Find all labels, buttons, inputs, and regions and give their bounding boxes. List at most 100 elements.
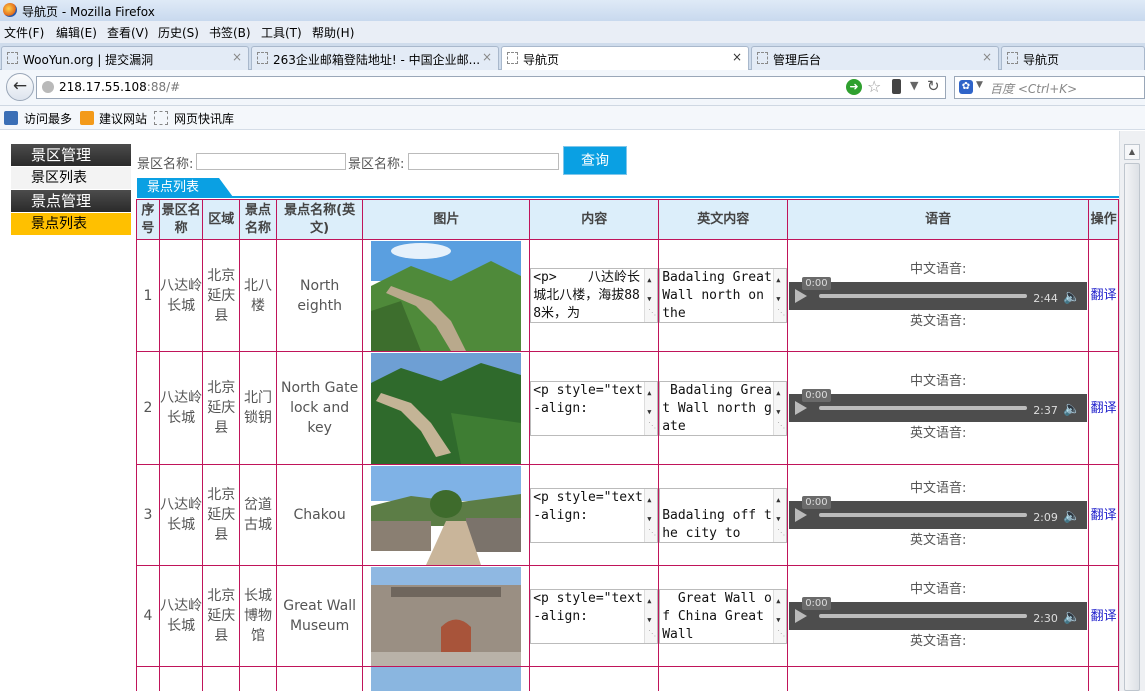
scrollbar-thumb[interactable] xyxy=(1124,163,1140,691)
audio-progress-bar[interactable] xyxy=(819,614,1028,618)
menu-tools[interactable]: 工具(T) xyxy=(261,24,302,41)
cell-empty xyxy=(529,666,660,691)
play-icon[interactable] xyxy=(795,288,808,303)
cell-empty xyxy=(158,666,204,691)
menu-help[interactable]: 帮助(H) xyxy=(312,24,354,41)
cell-audio: 中文语音: 0:00 2:44 🔈 英文语音: xyxy=(787,239,1090,352)
tab-nav-active[interactable]: 导航页 × xyxy=(501,46,749,71)
sidebar-item-scenic-list[interactable]: 景区列表 xyxy=(11,167,131,189)
page-scrollbar[interactable]: ▲ xyxy=(1119,131,1145,691)
sidebar-group-scenic-area[interactable]: 景区管理 xyxy=(11,144,131,166)
resize-grip-icon[interactable]: ⋱ xyxy=(648,625,656,643)
audio-en-label: 英文语音: xyxy=(909,634,967,649)
query-button[interactable]: 查询 xyxy=(563,146,627,175)
mobile-icon[interactable] xyxy=(892,79,901,94)
tab-spot-list-label: 景点列表 xyxy=(137,178,219,197)
address-url[interactable]: 218.17.55.108:88/# xyxy=(59,80,180,94)
tab-label: 263企业邮箱登陆地址! - 中国企业邮... xyxy=(273,53,479,67)
play-icon[interactable] xyxy=(795,508,808,522)
search-engine-dropdown-icon[interactable]: ▼ xyxy=(976,80,983,90)
filter-label-1: 景区名称: xyxy=(137,157,194,172)
address-bar[interactable]: 218.17.55.108:88/# ➜ ☆ ▼ ↻ xyxy=(36,76,946,99)
volume-icon[interactable]: 🔈 xyxy=(1063,607,1080,627)
translate-link[interactable]: 翻译 xyxy=(1091,508,1117,523)
content-textarea[interactable]: <p style="text-align: ▲ ▼ ⋱ xyxy=(530,380,659,436)
bookmark-most-visited[interactable]: 访问最多 xyxy=(24,110,72,127)
play-icon[interactable] xyxy=(795,609,808,623)
audio-cn-label: 中文语音: xyxy=(909,261,967,277)
resize-grip-icon[interactable]: ⋱ xyxy=(777,625,785,643)
content-textarea[interactable]: <p> 八达岭长城北八楼，海拔888米，为 ▲ ▼ ⋱ xyxy=(530,268,659,323)
translate-link[interactable]: 翻译 xyxy=(1091,609,1117,624)
content-en-text: Great Wall of China Great Wall xyxy=(662,590,772,642)
content-en-textarea[interactable]: Badaling Great Wall north on the ▲ ▼ ⋱ xyxy=(659,268,788,323)
back-button[interactable]: ← xyxy=(6,73,34,101)
sidebar-group-spot[interactable]: 景点管理 xyxy=(11,190,131,212)
audio-player[interactable]: 0:00 2:37 🔈 xyxy=(789,389,1088,422)
tab-wooyun[interactable]: WooYun.org | 提交漏洞 × xyxy=(1,46,249,70)
content-en-textarea[interactable]: Badaling off the city to ▲ ▼ ⋱ xyxy=(659,487,788,543)
resize-grip-icon[interactable]: ⋱ xyxy=(777,524,785,542)
bookmark-suggested-sites[interactable]: 建议网站 xyxy=(99,110,147,127)
content-textarea[interactable]: <p style="text-align: ▲ ▼ ⋱ xyxy=(530,487,659,543)
tab-nav-2[interactable]: 导航页 xyxy=(1001,46,1145,70)
dropdown-icon[interactable]: ▼ xyxy=(910,79,918,92)
cell-action: 翻译 xyxy=(1088,464,1119,566)
close-icon[interactable]: × xyxy=(982,50,992,64)
sidebar-item-spot-list[interactable]: 景点列表 xyxy=(11,213,131,235)
translate-link[interactable]: 翻译 xyxy=(1091,401,1117,416)
header-audio: 语音 xyxy=(787,199,1090,240)
audio-player[interactable]: 0:00 2:44 🔈 xyxy=(789,276,1088,310)
baidu-paw-icon[interactable]: ✿ xyxy=(959,80,973,94)
volume-icon[interactable]: 🔈 xyxy=(1063,506,1080,526)
resize-grip-icon[interactable]: ⋱ xyxy=(777,417,785,435)
page-icon xyxy=(757,52,768,64)
play-icon[interactable] xyxy=(795,401,808,415)
content-en-textarea[interactable]: Great Wall of China Great Wall ▲ ▼ ⋱ xyxy=(659,588,788,644)
cell-no: 1 xyxy=(136,239,160,352)
menu-edit[interactable]: 编辑(E) xyxy=(56,24,97,41)
scenic-name-input-2[interactable] xyxy=(408,153,559,170)
close-icon[interactable]: × xyxy=(482,50,492,64)
tab-263-mail[interactable]: 263企业邮箱登陆地址! - 中国企业邮... × xyxy=(251,46,499,70)
cell-area: 北京延庆县 xyxy=(202,464,241,566)
audio-progress-bar[interactable] xyxy=(819,406,1028,410)
resize-grip-icon[interactable]: ⋱ xyxy=(648,304,656,322)
audio-progress-bar[interactable] xyxy=(819,293,1028,298)
table-row: 1 八达岭长城 北京延庆县 北八楼 North eighth <p> 八达岭长城… xyxy=(136,239,1119,352)
scroll-up-icon[interactable]: ▲ xyxy=(1124,144,1140,160)
page-icon xyxy=(507,52,518,64)
menu-history[interactable]: 历史(S) xyxy=(158,24,199,41)
volume-icon[interactable]: 🔈 xyxy=(1063,399,1080,419)
cell-area: 北京延庆县 xyxy=(202,239,241,352)
scenic-name-input-1[interactable] xyxy=(196,153,346,170)
resize-grip-icon[interactable]: ⋱ xyxy=(648,417,656,435)
cell-content: <p style="text-align: ▲ ▼ ⋱ xyxy=(529,464,660,566)
tab-spot-list[interactable]: 景点列表 xyxy=(137,178,233,197)
search-box[interactable]: ✿ ▼ 百度 <Ctrl+K> xyxy=(954,76,1145,99)
close-icon[interactable]: × xyxy=(232,50,242,64)
content-textarea[interactable]: <p style="text-align: ▲ ▼ ⋱ xyxy=(530,588,659,644)
tab-admin[interactable]: 管理后台 × xyxy=(751,46,999,70)
volume-icon[interactable]: 🔈 xyxy=(1063,287,1080,307)
resize-grip-icon[interactable]: ⋱ xyxy=(777,304,785,322)
resize-grip-icon[interactable]: ⋱ xyxy=(648,524,656,542)
spot-photo xyxy=(371,240,522,351)
audio-player[interactable]: 0:00 2:30 🔈 xyxy=(789,597,1088,630)
close-icon[interactable]: × xyxy=(732,50,742,64)
content-en-textarea[interactable]: Badaling Great Wall north gate ▲ ▼ ⋱ xyxy=(659,380,788,436)
cell-name-en: Chakou xyxy=(275,464,364,566)
menu-bookmarks[interactable]: 书签(B) xyxy=(209,24,251,41)
menu-file[interactable]: 文件(F) xyxy=(4,24,44,41)
bookmark-web-slice[interactable]: 网页快讯库 xyxy=(174,110,234,127)
translate-link[interactable]: 翻译 xyxy=(1091,288,1117,303)
audio-player[interactable]: 0:00 2:09 🔈 xyxy=(789,496,1088,529)
menu-view[interactable]: 查看(V) xyxy=(107,24,149,41)
audio-cn-label: 中文语音: xyxy=(909,582,967,597)
audio-progress-bar[interactable] xyxy=(819,513,1028,517)
header-no: 序号 xyxy=(136,199,160,240)
reload-icon[interactable]: ↻ xyxy=(927,77,940,95)
go-icon[interactable]: ➜ xyxy=(846,79,862,95)
cell-name: 北门锁钥 xyxy=(239,351,277,465)
bookmark-star-icon[interactable]: ☆ xyxy=(867,77,881,96)
